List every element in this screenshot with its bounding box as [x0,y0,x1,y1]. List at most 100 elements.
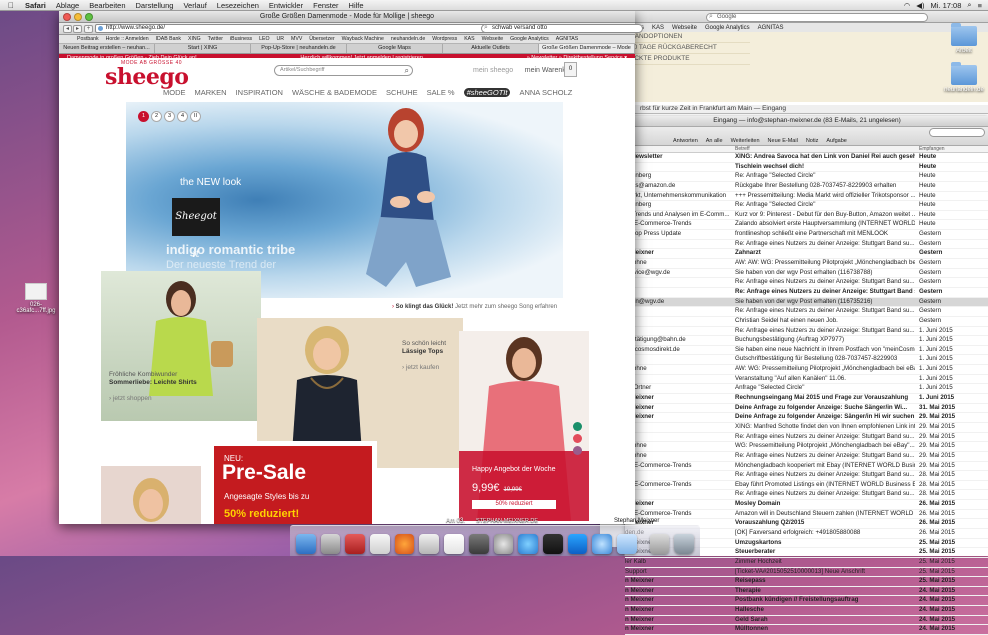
reply-all-button[interactable]: An alle [706,138,723,145]
menu-hilfe[interactable]: Hilfe [344,1,369,10]
bookmark-item[interactable]: iBusiness [230,35,252,43]
mail-row[interactable]: Re: Anfrage eines Nutzers zu deiner Anze… [625,471,988,481]
system-preferences-icon[interactable] [493,534,514,554]
menu-ablage[interactable]: Ablage [51,1,84,10]
url-field[interactable]: http://www.sheego.de/ [95,24,489,33]
forward-button[interactable]: Weiterleiten [731,138,760,145]
bookmark-item[interactable]: MVV [291,35,302,43]
sheego-logo[interactable]: MODE AB GRÖSSE 40 sheego [105,60,189,90]
mail-row[interactable]: Support [Ticket-VA#2015052510000013] Neue… [625,568,988,578]
menu-safari[interactable]: Safari [20,1,51,10]
color-swatch[interactable] [573,446,582,455]
column-subject[interactable]: Betreff [735,146,915,152]
browser-tab[interactable]: Start | XING [155,44,251,53]
bookmark-item[interactable]: XING [188,35,201,43]
trash-icon[interactable] [674,534,694,554]
wifi-icon[interactable]: ◠ [904,1,911,10]
mail-row[interactable]: S-Newsletter XING: Andrea Savoca hat den … [625,153,988,163]
mail-row[interactable]: ter E-Commerce-Trends Ebay führt Promoted… [625,481,988,491]
browser-tab[interactable]: Große Größen Damenmode – Mode [539,44,635,53]
mail-row[interactable]: rölenberg Re: Anfrage "Selected Circle" He… [625,201,988,211]
desktop-image-file[interactable]: 026-c36afc...7ff.jpg [14,283,58,314]
color-swatch[interactable] [573,434,582,443]
bg-bookmark[interactable]: KAS [652,25,664,31]
mail-row[interactable]: n Meixner Zahnarzt Gestern [625,249,988,260]
bg-bookmark[interactable]: AGNITAS [758,25,784,31]
slider-dot[interactable]: 4 [177,111,188,122]
bookmark-item[interactable]: UR [277,35,285,43]
mail-row[interactable]: aden@wgv.de Sie haben von der wgv Post er… [625,297,988,308]
menu-verlauf[interactable]: Verlauf [178,1,211,10]
mail-row[interactable]: eshop Press Update frontlineshop schließt… [625,230,988,240]
mail-row[interactable]: Daphne AW: WG: Pressemitteilung Pilotproj… [625,365,988,375]
itunes-icon[interactable] [518,534,538,554]
bookmark-item[interactable]: Horde :: Anmelden [106,35,149,43]
mail-row[interactable]: n Meixner Therapie 24. Mai 2015 [625,587,988,597]
mail-row[interactable]: n Meixner Mülltonnen 24. Mai 2015 [625,625,988,635]
menubar-clock[interactable]: Mi. 17:08 [931,1,962,10]
menu-darstellung[interactable]: Darstellung [131,1,179,10]
mail-row[interactable]: bestätigung@bahn.de Buchungsbestätigung (… [625,336,988,346]
calendar-badge-icon[interactable] [345,534,366,554]
mail-row[interactable]: n Meixner Deine Anfrage zu folgender Anze… [625,413,988,423]
textedit-icon[interactable] [370,534,390,554]
volume-icon[interactable]: ◀) [916,1,924,10]
menu-fenster[interactable]: Fenster [308,1,343,10]
bookmark-item[interactable]: Wordpress [432,35,457,43]
bookmark-item[interactable]: Übersetzer [309,35,334,43]
nav-item[interactable]: WÄSCHE & BADEMODE [292,88,377,97]
column-received[interactable]: Empfangen [915,146,945,152]
mail-row[interactable]: XING: Manfred Schotte findet den von Ihn… [625,423,988,433]
mail-row[interactable]: Re: Anfrage eines Nutzers zu deiner Anze… [625,327,988,337]
browser-tab[interactable]: Neuen Beitrag erstellen – neuhan... [59,44,155,53]
reply-button[interactable]: Antworten [673,138,698,145]
desktop-folder-arbeit[interactable]: Arbeit [934,23,988,54]
bookmark-item[interactable]: Google Analytics [510,35,549,43]
forward-nav-button[interactable]: ▸ [73,25,82,33]
mail-row[interactable]: Re: Anfrage eines Nutzers zu deiner Anze… [625,490,988,501]
mail-row[interactable]: ter E-Commerce-Trends Amazon will in Deut… [625,510,988,520]
nav-item[interactable]: SALE % [427,88,455,97]
apple-icon[interactable]:  [0,1,20,10]
mail-search-input[interactable] [929,128,985,137]
slider-dot[interactable]: II [190,111,201,122]
mail-row[interactable]: n Meixner Deine Anfrage zu folgender Anze… [625,404,988,414]
mail-row[interactable]: n Meixner Hallesche 24. Mai 2015 [625,606,988,616]
offer-reduced-badge[interactable]: 50% reduziert [472,500,556,509]
mail-row[interactable]: o@cosmosdirekt.de Sie haben eine neue Nac… [625,346,988,356]
downloads-stack-icon[interactable] [649,534,670,554]
mail-row[interactable]: n Meixner Postbank kündigen // Freistellu… [625,596,988,607]
hero-caption[interactable]: › So klingt das Glück! Jetzt mehr zum sh… [392,304,557,310]
cart-icon[interactable]: 0 [564,62,577,77]
mail-row[interactable]: ler Kalb Zimmer Hochzeit 25. Mai 2015 [625,558,988,568]
bookmark-item[interactable]: KAS [464,35,474,43]
promo-tile-angebot[interactable]: Happy Angebot der Woche 9,99€ 19,99€ 50% … [459,331,589,521]
bookmark-item[interactable]: LEO [259,35,269,43]
presale-banner[interactable]: NEU: Pre-Sale Angesagte Styles bis zu 50… [209,441,377,524]
nav-item[interactable]: #sheeGOTIt [463,88,511,97]
mail-row[interactable]: n Meixner Mosley Domain 26. Mai 2015 [625,500,988,510]
safari-icon[interactable] [592,534,612,554]
mail-row[interactable]: t - Trends und Analysen im E-Comm... Kurz… [625,211,988,221]
mail-row[interactable]: tatus@amazon.de Rückgabe Ihrer Bestellung… [625,182,988,192]
menu-bearbeiten[interactable]: Bearbeiten [84,1,130,10]
finder-icon[interactable] [296,534,316,554]
slider-dot[interactable]: 3 [164,111,175,122]
mail-row[interactable]: Re: Anfrage eines Nutzers zu deiner Anze… [625,307,988,317]
tile-link[interactable]: › jetzt shoppen [109,395,152,402]
contacts-icon[interactable] [419,534,440,554]
search-input[interactable]: schwab versand otto [481,24,643,33]
mail-row[interactable]: Re: Anfrage eines Nutzers zu deiner Anze… [625,288,988,298]
mail-row[interactable]: Daphne WG: Pressemitteilung Pilotprojekt … [625,442,988,452]
notification-icon[interactable]: ≡ [978,1,982,10]
search-icon[interactable]: ⌕ [405,66,409,75]
bookmark-item[interactable]: Twitter [208,35,223,43]
mail-icon[interactable] [616,534,637,554]
nav-item[interactable]: INSPIRATION [236,88,283,97]
desktop-folder-neuhandeln[interactable]: neuhandeln.de [934,62,988,93]
menu-entwickler[interactable]: Entwickler [264,1,308,10]
nav-item[interactable]: SCHUHE [386,88,418,97]
browser-tab[interactable]: Google Maps [347,44,443,53]
mail-row[interactable]: n Meixner Rechnungseingang Mai 2015 und F… [625,394,988,404]
mail-row[interactable]: Daphne Re: Anfrage eines Nutzers zu deine… [625,452,988,462]
